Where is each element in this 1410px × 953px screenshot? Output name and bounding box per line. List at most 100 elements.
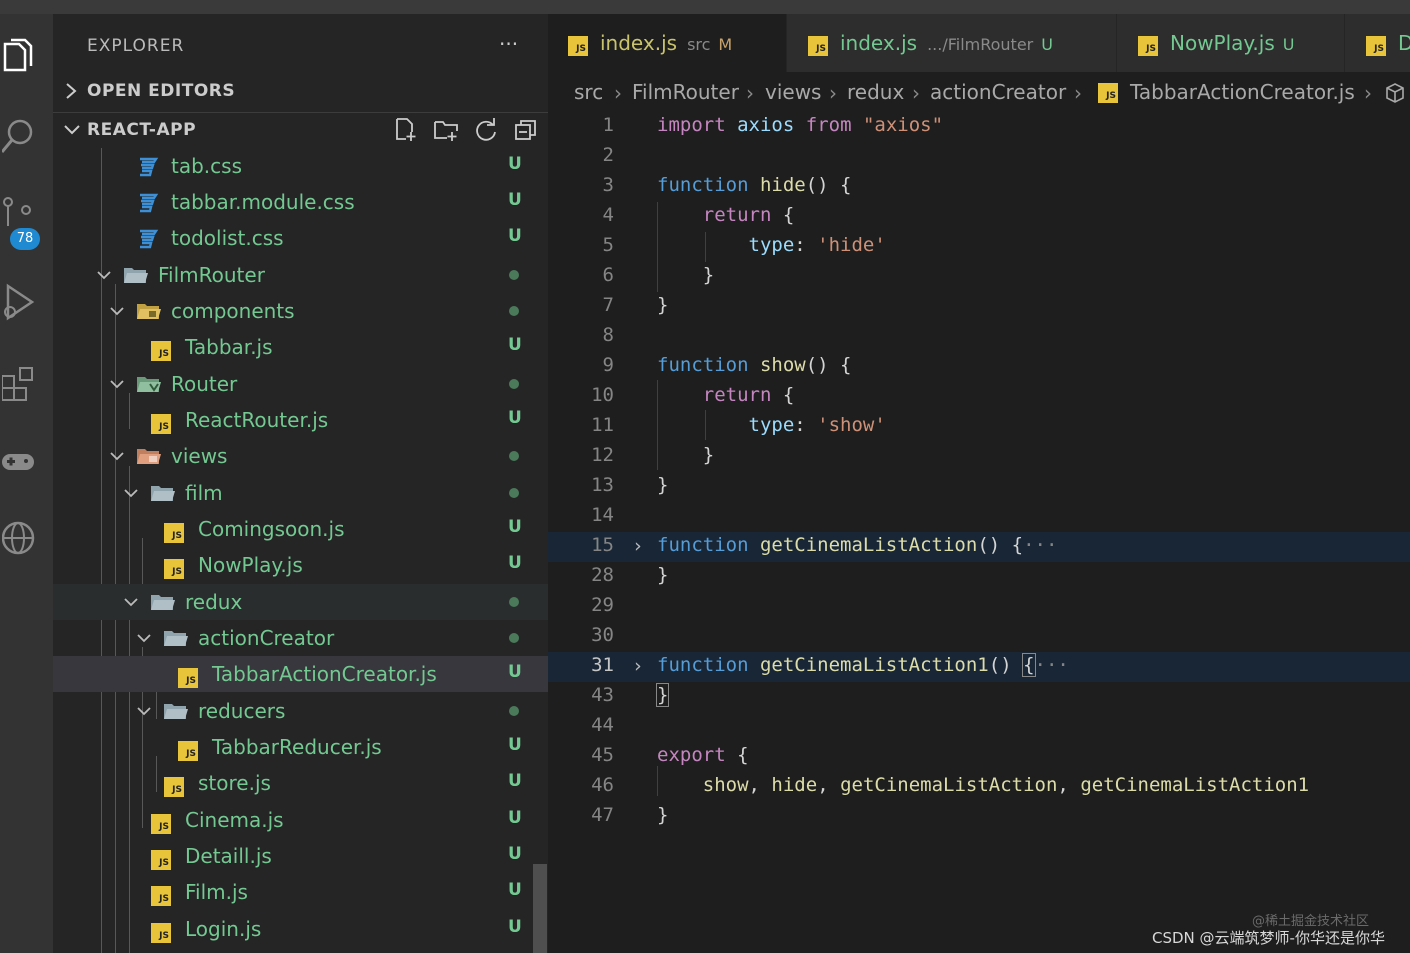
code-editor[interactable]: 1 import axios from "axios" 2 3 function… bbox=[548, 112, 1410, 953]
tree-item-label: TabbarActionCreator.js bbox=[212, 662, 437, 686]
line-number: 11 bbox=[591, 414, 614, 436]
tree-item-redux[interactable]: redux bbox=[53, 584, 548, 620]
tree-item-actioncreator[interactable]: actionCreator bbox=[53, 620, 548, 656]
gamepad-icon[interactable] bbox=[0, 430, 53, 490]
tab-label: D bbox=[1398, 31, 1410, 55]
line-number: 44 bbox=[591, 714, 614, 736]
js-file-icon: JS bbox=[164, 773, 184, 797]
scm-badge: 78 bbox=[10, 228, 40, 250]
project-label: REACT-APP bbox=[87, 120, 197, 140]
collapse-all-icon[interactable] bbox=[513, 117, 539, 143]
tab-index-js-src[interactable]: JS index.js src M bbox=[548, 14, 787, 72]
line-code: function show() { bbox=[657, 354, 852, 376]
js-file-icon: JS bbox=[151, 919, 171, 943]
components-folder-icon bbox=[136, 301, 162, 326]
breadcrumb-item[interactable]: TabbarActionCreator.js bbox=[1130, 80, 1355, 104]
tree-item-reducers[interactable]: reducers bbox=[53, 693, 548, 729]
breadcrumb-item[interactable]: redux bbox=[847, 80, 904, 104]
git-status-badge: U bbox=[508, 808, 522, 828]
sidebar-scrollbar[interactable] bbox=[533, 864, 547, 953]
fold-chevron-icon[interactable]: › bbox=[632, 655, 643, 677]
tree-item-filmrouter[interactable]: FilmRouter bbox=[53, 257, 548, 293]
breadcrumb-separator-icon: › bbox=[746, 81, 754, 105]
line-number: 13 bbox=[591, 474, 614, 496]
line-code: } bbox=[655, 683, 670, 707]
tree-item-tabbar-module-css[interactable]: tabbar.module.css U bbox=[53, 184, 548, 220]
tab-path: src bbox=[687, 35, 711, 54]
folder-open-icon bbox=[163, 628, 189, 653]
chevron-down-icon bbox=[110, 307, 124, 316]
js-file-icon: JS bbox=[178, 737, 198, 761]
line-number: 10 bbox=[591, 384, 614, 406]
tree-item-label: TabbarReducer.js bbox=[212, 735, 382, 759]
line-number: 5 bbox=[602, 234, 614, 256]
code-line: 9 function show() { bbox=[548, 352, 1410, 382]
tree-item-cinema-js[interactable]: JS Cinema.js U bbox=[53, 802, 548, 838]
tab-overflow[interactable]: JS D bbox=[1346, 14, 1410, 72]
git-status-badge: U bbox=[508, 226, 522, 246]
tree-item-label: film bbox=[185, 481, 223, 505]
tree-item-store-js[interactable]: JS store.js U bbox=[53, 765, 548, 801]
tab-label: index.js bbox=[600, 31, 678, 55]
git-status-dot bbox=[509, 488, 519, 498]
tab-label: NowPlay.js bbox=[1170, 31, 1275, 55]
git-status-badge: U bbox=[508, 335, 522, 355]
code-line: 45 export { bbox=[548, 742, 1410, 772]
extensions-icon[interactable] bbox=[0, 348, 53, 408]
line-number: 29 bbox=[591, 594, 614, 616]
tree-item-label: Login.js bbox=[185, 917, 262, 941]
tab-nowplay-js[interactable]: JS NowPlay.js U bbox=[1118, 14, 1345, 72]
breadcrumb-item[interactable]: src bbox=[574, 80, 603, 104]
chevron-down-icon bbox=[110, 452, 124, 461]
more-actions-button[interactable]: ··· bbox=[499, 32, 518, 56]
breadcrumb-item[interactable]: actionCreator bbox=[930, 80, 1066, 104]
tab-index-js-filmrouter[interactable]: JS index.js .../FilmRouter U bbox=[788, 14, 1117, 72]
tree-item-nowplay-js[interactable]: JS NowPlay.js U bbox=[53, 547, 548, 583]
run-debug-icon[interactable] bbox=[0, 268, 53, 328]
code-line: 28 } bbox=[548, 562, 1410, 592]
tree-item-film[interactable]: film bbox=[53, 475, 548, 511]
tree-item-comingsoon-js[interactable]: JS Comingsoon.js U bbox=[53, 511, 548, 547]
new-folder-icon[interactable] bbox=[433, 117, 459, 143]
chevron-down-icon bbox=[137, 634, 151, 643]
line-code: } bbox=[657, 264, 715, 286]
project-section[interactable]: REACT-APP bbox=[53, 112, 548, 147]
tree-item-label: todolist.css bbox=[171, 226, 284, 250]
code-line: 46 show, hide, getCinemaListAction, getC… bbox=[548, 772, 1410, 802]
line-code: type: 'show' bbox=[748, 414, 886, 436]
fold-chevron-icon[interactable]: › bbox=[632, 535, 643, 557]
tree-item-tabbaractioncreator-js[interactable]: JS TabbarActionCreator.js U bbox=[53, 656, 548, 692]
code-line-folded: 15 › function getCinemaListAction() {··· bbox=[548, 532, 1410, 562]
search-icon[interactable] bbox=[0, 104, 53, 164]
tree-item-todolist-css[interactable]: todolist.css U bbox=[53, 220, 548, 256]
line-number: 45 bbox=[591, 744, 614, 766]
line-number: 4 bbox=[602, 204, 614, 226]
tree-item-login-js[interactable]: JS Login.js U bbox=[53, 911, 548, 947]
tree-item-tab-css[interactable]: tab.css U bbox=[53, 148, 548, 184]
open-editors-section[interactable]: OPEN EDITORS bbox=[53, 74, 548, 108]
line-number: 28 bbox=[591, 564, 614, 586]
tree-item-detaill-js[interactable]: JS Detaill.js U bbox=[53, 838, 548, 874]
js-file-icon: JS bbox=[164, 555, 184, 579]
tree-item-label: Cinema.js bbox=[185, 808, 284, 832]
code-line: 29 bbox=[548, 592, 1410, 622]
tree-item-label: Detaill.js bbox=[185, 844, 272, 868]
new-file-icon[interactable] bbox=[393, 117, 419, 143]
refresh-icon[interactable] bbox=[473, 117, 499, 143]
tree-item-router[interactable]: Router bbox=[53, 366, 548, 402]
tree-item-views[interactable]: views bbox=[53, 438, 548, 474]
code-line: 47 } bbox=[548, 802, 1410, 832]
tree-item-film-js[interactable]: JS Film.js U bbox=[53, 874, 548, 910]
breadcrumb-item[interactable]: views bbox=[765, 80, 821, 104]
explorer-icon[interactable] bbox=[0, 24, 53, 84]
line-number: 9 bbox=[602, 354, 614, 376]
tree-item-tabbar-js[interactable]: JS Tabbar.js U bbox=[53, 329, 548, 365]
tab-status: U bbox=[1282, 35, 1295, 54]
tree-item-tabbarreducer-js[interactable]: JS TabbarReducer.js U bbox=[53, 729, 548, 765]
symbol-icon[interactable] bbox=[1384, 82, 1406, 104]
globe-icon[interactable] bbox=[0, 504, 53, 564]
git-status-dot bbox=[509, 379, 519, 389]
tree-item-components[interactable]: components bbox=[53, 293, 548, 329]
breadcrumb-item[interactable]: FilmRouter bbox=[632, 80, 739, 104]
tree-item-reactrouter-js[interactable]: JS ReactRouter.js U bbox=[53, 402, 548, 438]
